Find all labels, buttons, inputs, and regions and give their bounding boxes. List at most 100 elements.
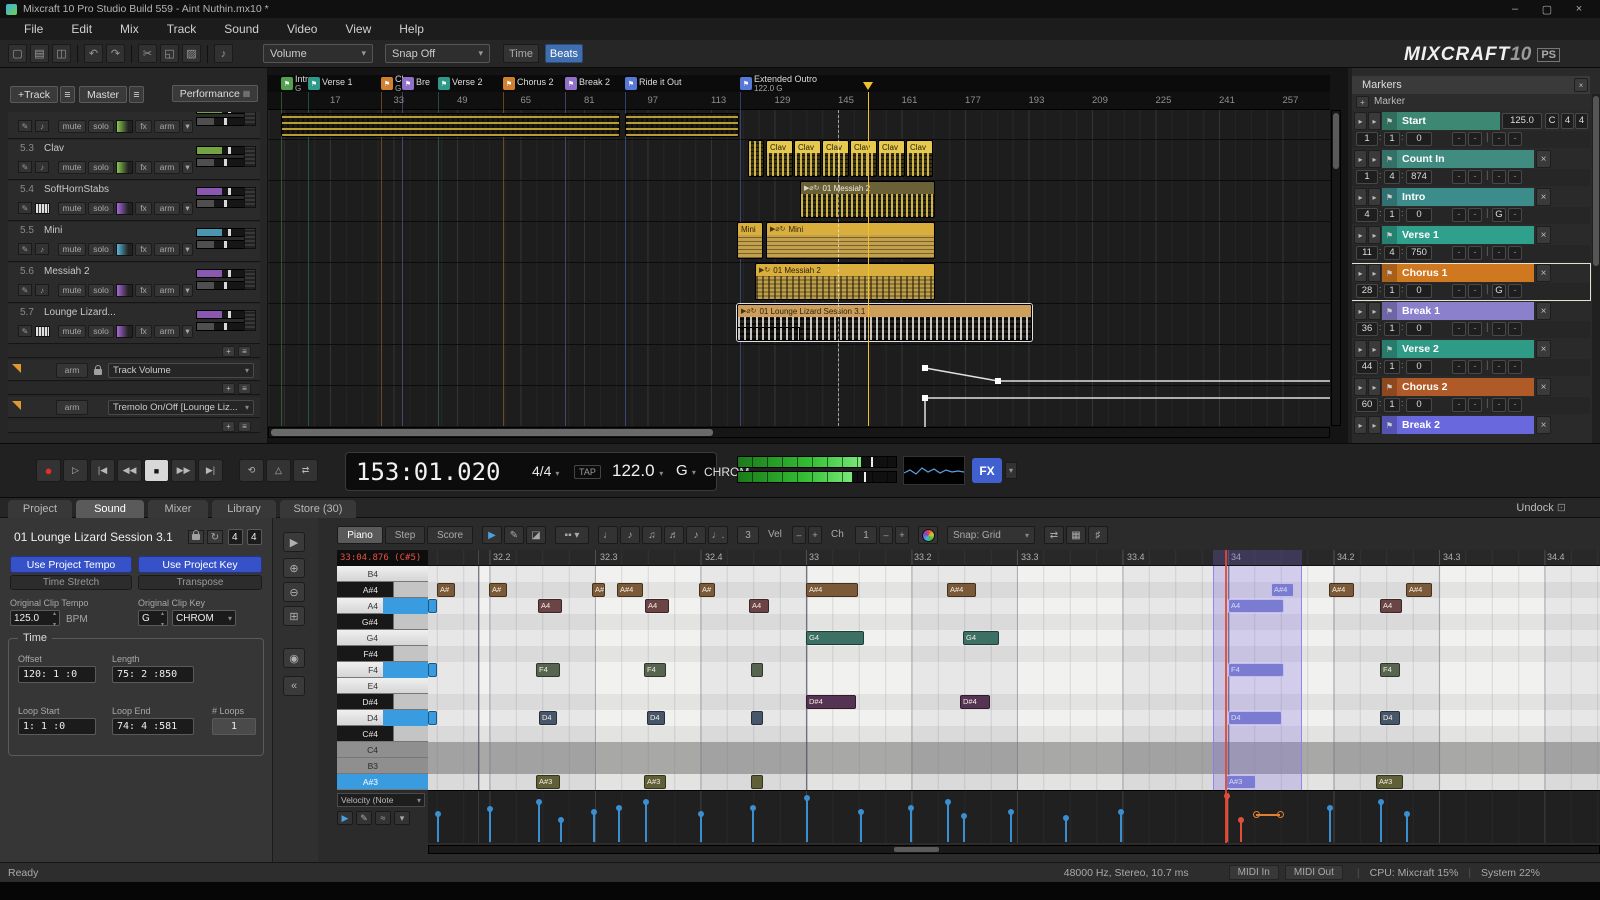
velocity-type-dropdown[interactable]: Velocity (Note▾ [337,793,425,807]
velocity-stem[interactable] [1065,818,1067,842]
timeline-marker-flag[interactable]: ⚑ [565,77,577,90]
marker-go-button[interactable]: ▸ [1354,264,1367,282]
time-signature-display[interactable]: 4/4 ▾ [532,463,559,479]
marker-pos-tick[interactable]: 0 [1406,132,1432,146]
timeline-ruler[interactable]: 1733496581971131291451611771932092252412… [268,92,1330,110]
play-button[interactable]: ▷ [63,459,88,482]
midi-note[interactable]: A4 [538,599,562,613]
fx-button[interactable]: fx [135,325,152,338]
marker-pos-bar[interactable]: 36 [1356,322,1378,336]
marker-color-swatch[interactable]: ⚑ [1382,416,1397,434]
menu-view[interactable]: View [331,19,385,39]
timeline[interactable]: 1733496581971131291451611771932092252412… [268,68,1348,443]
piano-keyboard[interactable]: B4A#4A4G#4G4F#4F4E4D#4D4C#4C4B3A#3 [337,566,428,790]
audio-speaker-icon[interactable]: ♪ [35,284,49,296]
marker-entry[interactable]: ▸▸⚑Break 2× [1352,416,1590,443]
timeline-marker-flag[interactable]: ⚑ [503,77,515,90]
piano-key-as3[interactable]: A#3 [337,774,428,790]
midi-note[interactable]: F4 [644,663,666,677]
velocity-lane[interactable] [428,790,1600,843]
midi-note[interactable] [751,775,763,789]
velocity-stem[interactable] [1406,814,1408,842]
piano-key-b3[interactable]: B3 [337,758,428,774]
midi-note[interactable]: G4 [963,631,999,645]
midi-clip-clav[interactable]: Clav [766,140,793,177]
marker-color-swatch[interactable]: ⚑ [1382,226,1397,244]
automation-type-dropdown[interactable]: Volume▾ [263,44,373,63]
midi-note[interactable]: F4 [536,663,560,677]
velocity-stem[interactable] [963,816,965,842]
piano-key-g4[interactable]: G4 [337,630,428,646]
go-to-end-button[interactable]: ▶| [198,459,223,482]
velocity-stem[interactable] [560,820,562,842]
master-fx-button[interactable]: FX [972,458,1002,483]
velocity-handle[interactable] [591,809,597,815]
midi-clip-mini[interactable]: ▶⌀↻Mini [766,222,935,259]
ch-plus-button[interactable]: + [895,526,909,544]
midi-note[interactable]: A#4 [1329,583,1354,597]
midi-strip-clip[interactable] [281,113,620,137]
arm-button[interactable]: arm [154,202,180,215]
clip-sig-numerator[interactable]: 4 [228,529,243,545]
marker-opt-field[interactable]: - [1468,398,1482,412]
timeline-marker-flag[interactable]: ⚑ [402,77,414,90]
track-name[interactable]: SoftHornStabs [44,184,109,195]
menu-file[interactable]: File [10,19,57,39]
marker-name[interactable]: Count In [1397,150,1534,168]
marker-opt-field[interactable]: - [1508,398,1522,412]
vel-minus-button[interactable]: – [792,526,806,544]
piano-key-e4[interactable]: E4 [337,678,428,694]
marker-pos-tick[interactable]: 0 [1406,398,1432,412]
marker-opt-field[interactable]: - [1508,284,1522,298]
fx-button[interactable]: fx [135,243,152,256]
marker-entry[interactable]: ▸▸⚑Break 1×36:1:0--|-- [1352,302,1590,338]
marker-next-button[interactable]: ▸ [1368,378,1381,396]
track-menu-caret[interactable]: ▾ [182,284,193,297]
draw-automation-icon[interactable]: ✎ [18,120,32,132]
audio-speaker-icon[interactable]: ♪ [35,161,49,173]
spinner-arrows[interactable]: ▴▾ [161,607,164,629]
automation-menu-button[interactable]: ≡ [238,421,251,432]
marker-sig-denominator[interactable]: 4 [1575,113,1588,129]
preview-play-button[interactable]: ▶ [283,532,305,552]
fast-forward-button[interactable]: ▶▶ [171,459,196,482]
audio-speaker-icon[interactable]: ♪ [35,243,49,255]
metronome-button[interactable]: △ [266,459,291,482]
fader-thumb[interactable] [228,270,231,277]
hscrollbar-thumb[interactable] [271,429,713,436]
add-track-menu-button[interactable]: ≡ [60,86,75,103]
fader-thumb[interactable] [224,118,227,125]
marker-sig-numerator[interactable]: 4 [1561,113,1574,129]
velocity-stem[interactable] [700,814,702,842]
velocity-handle[interactable] [435,811,441,817]
cut-icon[interactable]: ✂ [138,44,157,63]
go-to-start-button[interactable]: |◀ [90,459,115,482]
automation-menu-button[interactable]: ≡ [238,383,251,394]
midi-out-indicator[interactable]: MIDI Out [1285,865,1343,880]
draw-automation-icon[interactable]: ✎ [18,325,32,337]
arm-button[interactable]: arm [154,284,180,297]
marker-pos-bar[interactable]: 4 [1356,208,1378,222]
hscrollbar-thumb[interactable] [894,847,939,852]
mute-button[interactable]: mute [58,202,86,215]
pan-button[interactable]: ⊞ [283,606,305,626]
midi-note[interactable]: D4 [539,711,557,725]
marker-entry[interactable]: ▸▸⚑Count In×1:4:874--|-- [1352,150,1590,186]
offset-field[interactable]: 120: 1 :0 [18,666,96,683]
menu-video[interactable]: Video [273,19,331,39]
midi-note[interactable]: A4 [749,599,769,613]
marker-next-button[interactable]: ▸ [1368,112,1381,130]
flip-tool[interactable]: ⇄ [1044,526,1064,544]
menu-edit[interactable]: Edit [57,19,106,39]
marker-pos-bar[interactable]: 44 [1356,360,1378,374]
midi-strip-clip[interactable] [625,113,739,137]
piano-key-fs4[interactable]: F#4 [337,646,428,662]
arm-button[interactable]: arm [154,161,180,174]
timeline-hscrollbar[interactable] [268,427,1330,438]
midi-instrument-icon[interactable] [35,326,50,337]
marker-key-override-field[interactable]: - [1492,170,1506,184]
collapse-panel-button[interactable]: « [283,676,305,696]
velocity-stem[interactable] [437,814,439,842]
play-tool[interactable]: ▶ [482,526,502,544]
automation-arm-button[interactable]: arm [56,363,88,378]
